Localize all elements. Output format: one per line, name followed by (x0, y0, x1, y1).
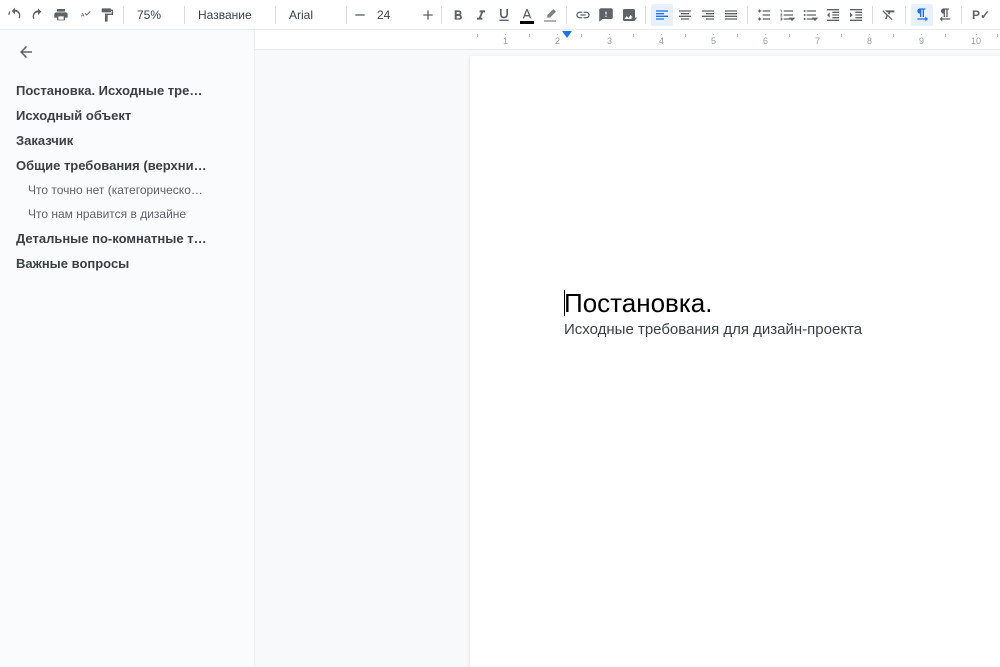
font-size-input[interactable]: 24 (369, 4, 419, 26)
separator (441, 6, 442, 24)
font-family-value: Arial (289, 8, 313, 22)
workspace: Постановка. Исходные тре…Исходный объект… (0, 30, 1000, 667)
outline-item[interactable]: Постановка. Исходные тре… (14, 78, 244, 103)
ruler-tick: 1 (503, 34, 508, 46)
separator (905, 6, 906, 24)
ruler-tick (893, 34, 894, 46)
decrease-font-size-button[interactable] (352, 4, 368, 26)
ruler-tick (477, 34, 478, 46)
ruler-tick (685, 34, 686, 46)
ruler-tick: 3 (607, 34, 612, 46)
title-text: Постановка. (564, 288, 712, 318)
ruler-tick: 7 (815, 34, 820, 46)
document-area: 123456789101112131415161718 Постановка. … (255, 30, 1000, 667)
ruler-tick: 2 (555, 34, 560, 46)
chevron-down-icon (784, 11, 800, 27)
bold-button[interactable] (447, 4, 469, 26)
ruler-tick: 8 (867, 34, 872, 46)
separator (645, 6, 646, 24)
ruler-tick: 9 (919, 34, 924, 46)
bulleted-list-button[interactable] (799, 4, 821, 26)
insert-comment-button[interactable] (595, 4, 617, 26)
ruler-tick: 4 (659, 34, 664, 46)
insert-image-button[interactable] (618, 4, 640, 26)
outline-back-button[interactable] (14, 40, 38, 64)
document-title[interactable]: Постановка. (564, 288, 1000, 319)
ruler-tick (581, 34, 582, 46)
zoom-combo[interactable]: 75% (129, 4, 179, 26)
increase-font-size-button[interactable] (420, 4, 436, 26)
text-color-button[interactable] (516, 4, 538, 26)
document-subtitle[interactable]: Исходные требования для дизайн-проекта (564, 321, 1000, 338)
paragraph-style-combo[interactable]: Название (190, 4, 270, 26)
ruler-tick (529, 34, 530, 46)
font-family-combo[interactable]: Arial (281, 4, 341, 26)
personal-dictionary-button[interactable]: Р✓ (967, 4, 995, 26)
outline-item[interactable]: Заказчик (14, 128, 244, 153)
separator (346, 6, 347, 24)
paragraph-style-value: Название (198, 8, 252, 22)
arrow-left-icon (17, 43, 35, 61)
increase-indent-button[interactable] (845, 4, 867, 26)
separator (184, 6, 185, 24)
outline-pane: Постановка. Исходные тре…Исходный объект… (0, 30, 255, 667)
align-left-button[interactable] (651, 4, 673, 26)
document-page[interactable]: Постановка. Исходные требования для диза… (470, 56, 1000, 667)
align-right-button[interactable] (697, 4, 719, 26)
separator (275, 6, 276, 24)
outline-list: Постановка. Исходные тре…Исходный объект… (14, 78, 254, 276)
outline-item[interactable]: Исходный объект (14, 103, 244, 128)
clear-formatting-button[interactable] (878, 4, 900, 26)
highlight-button[interactable] (539, 4, 561, 26)
chevron-down-icon (626, 11, 642, 27)
ruler-tick (737, 34, 738, 46)
font-size-value: 24 (377, 8, 390, 22)
line-spacing-button[interactable] (753, 4, 775, 26)
outline-item[interactable]: Детальные по-комнатные т… (14, 226, 244, 251)
separator (566, 6, 567, 24)
align-justify-button[interactable] (720, 4, 742, 26)
ruler-tick (841, 34, 842, 46)
ltr-button[interactable] (911, 4, 933, 26)
paint-format-button[interactable] (96, 4, 118, 26)
undo-button[interactable] (4, 4, 26, 26)
horizontal-ruler[interactable]: 123456789101112131415161718 (255, 30, 1000, 50)
chevron-down-icon (807, 11, 823, 27)
print-button[interactable] (50, 4, 72, 26)
insert-link-button[interactable] (572, 4, 594, 26)
rtl-button[interactable] (934, 4, 956, 26)
outline-item[interactable]: Что точно нет (категорическо… (14, 178, 244, 202)
ruler-tick (789, 34, 790, 46)
outline-item[interactable]: Важные вопросы (14, 251, 244, 276)
redo-button[interactable] (27, 4, 49, 26)
first-line-indent-marker[interactable] (562, 31, 572, 38)
separator (747, 6, 748, 24)
ruler-tick (945, 34, 946, 46)
italic-button[interactable] (470, 4, 492, 26)
text-caret (564, 290, 565, 316)
zoom-value: 75% (137, 8, 161, 22)
outline-item[interactable]: Общие требования (верхни… (14, 153, 244, 178)
decrease-indent-button[interactable] (822, 4, 844, 26)
subtitle-text: Исходные требования для дизайн-проекта (564, 321, 862, 338)
toolbar: 75% Название Arial 24 Р✓ (0, 0, 1000, 30)
ruler-tick: 6 (763, 34, 768, 46)
ruler-tick: 5 (711, 34, 716, 46)
separator (123, 6, 124, 24)
separator (961, 6, 962, 24)
ruler-tick: 10 (971, 34, 981, 46)
separator (872, 6, 873, 24)
align-center-button[interactable] (674, 4, 696, 26)
ruler-tick (633, 34, 634, 46)
outline-item[interactable]: Что нам нравится в дизайне (14, 202, 244, 226)
numbered-list-button[interactable] (776, 4, 798, 26)
spellcheck-button[interactable] (73, 4, 95, 26)
ruler-tick (997, 34, 998, 46)
underline-button[interactable] (493, 4, 515, 26)
